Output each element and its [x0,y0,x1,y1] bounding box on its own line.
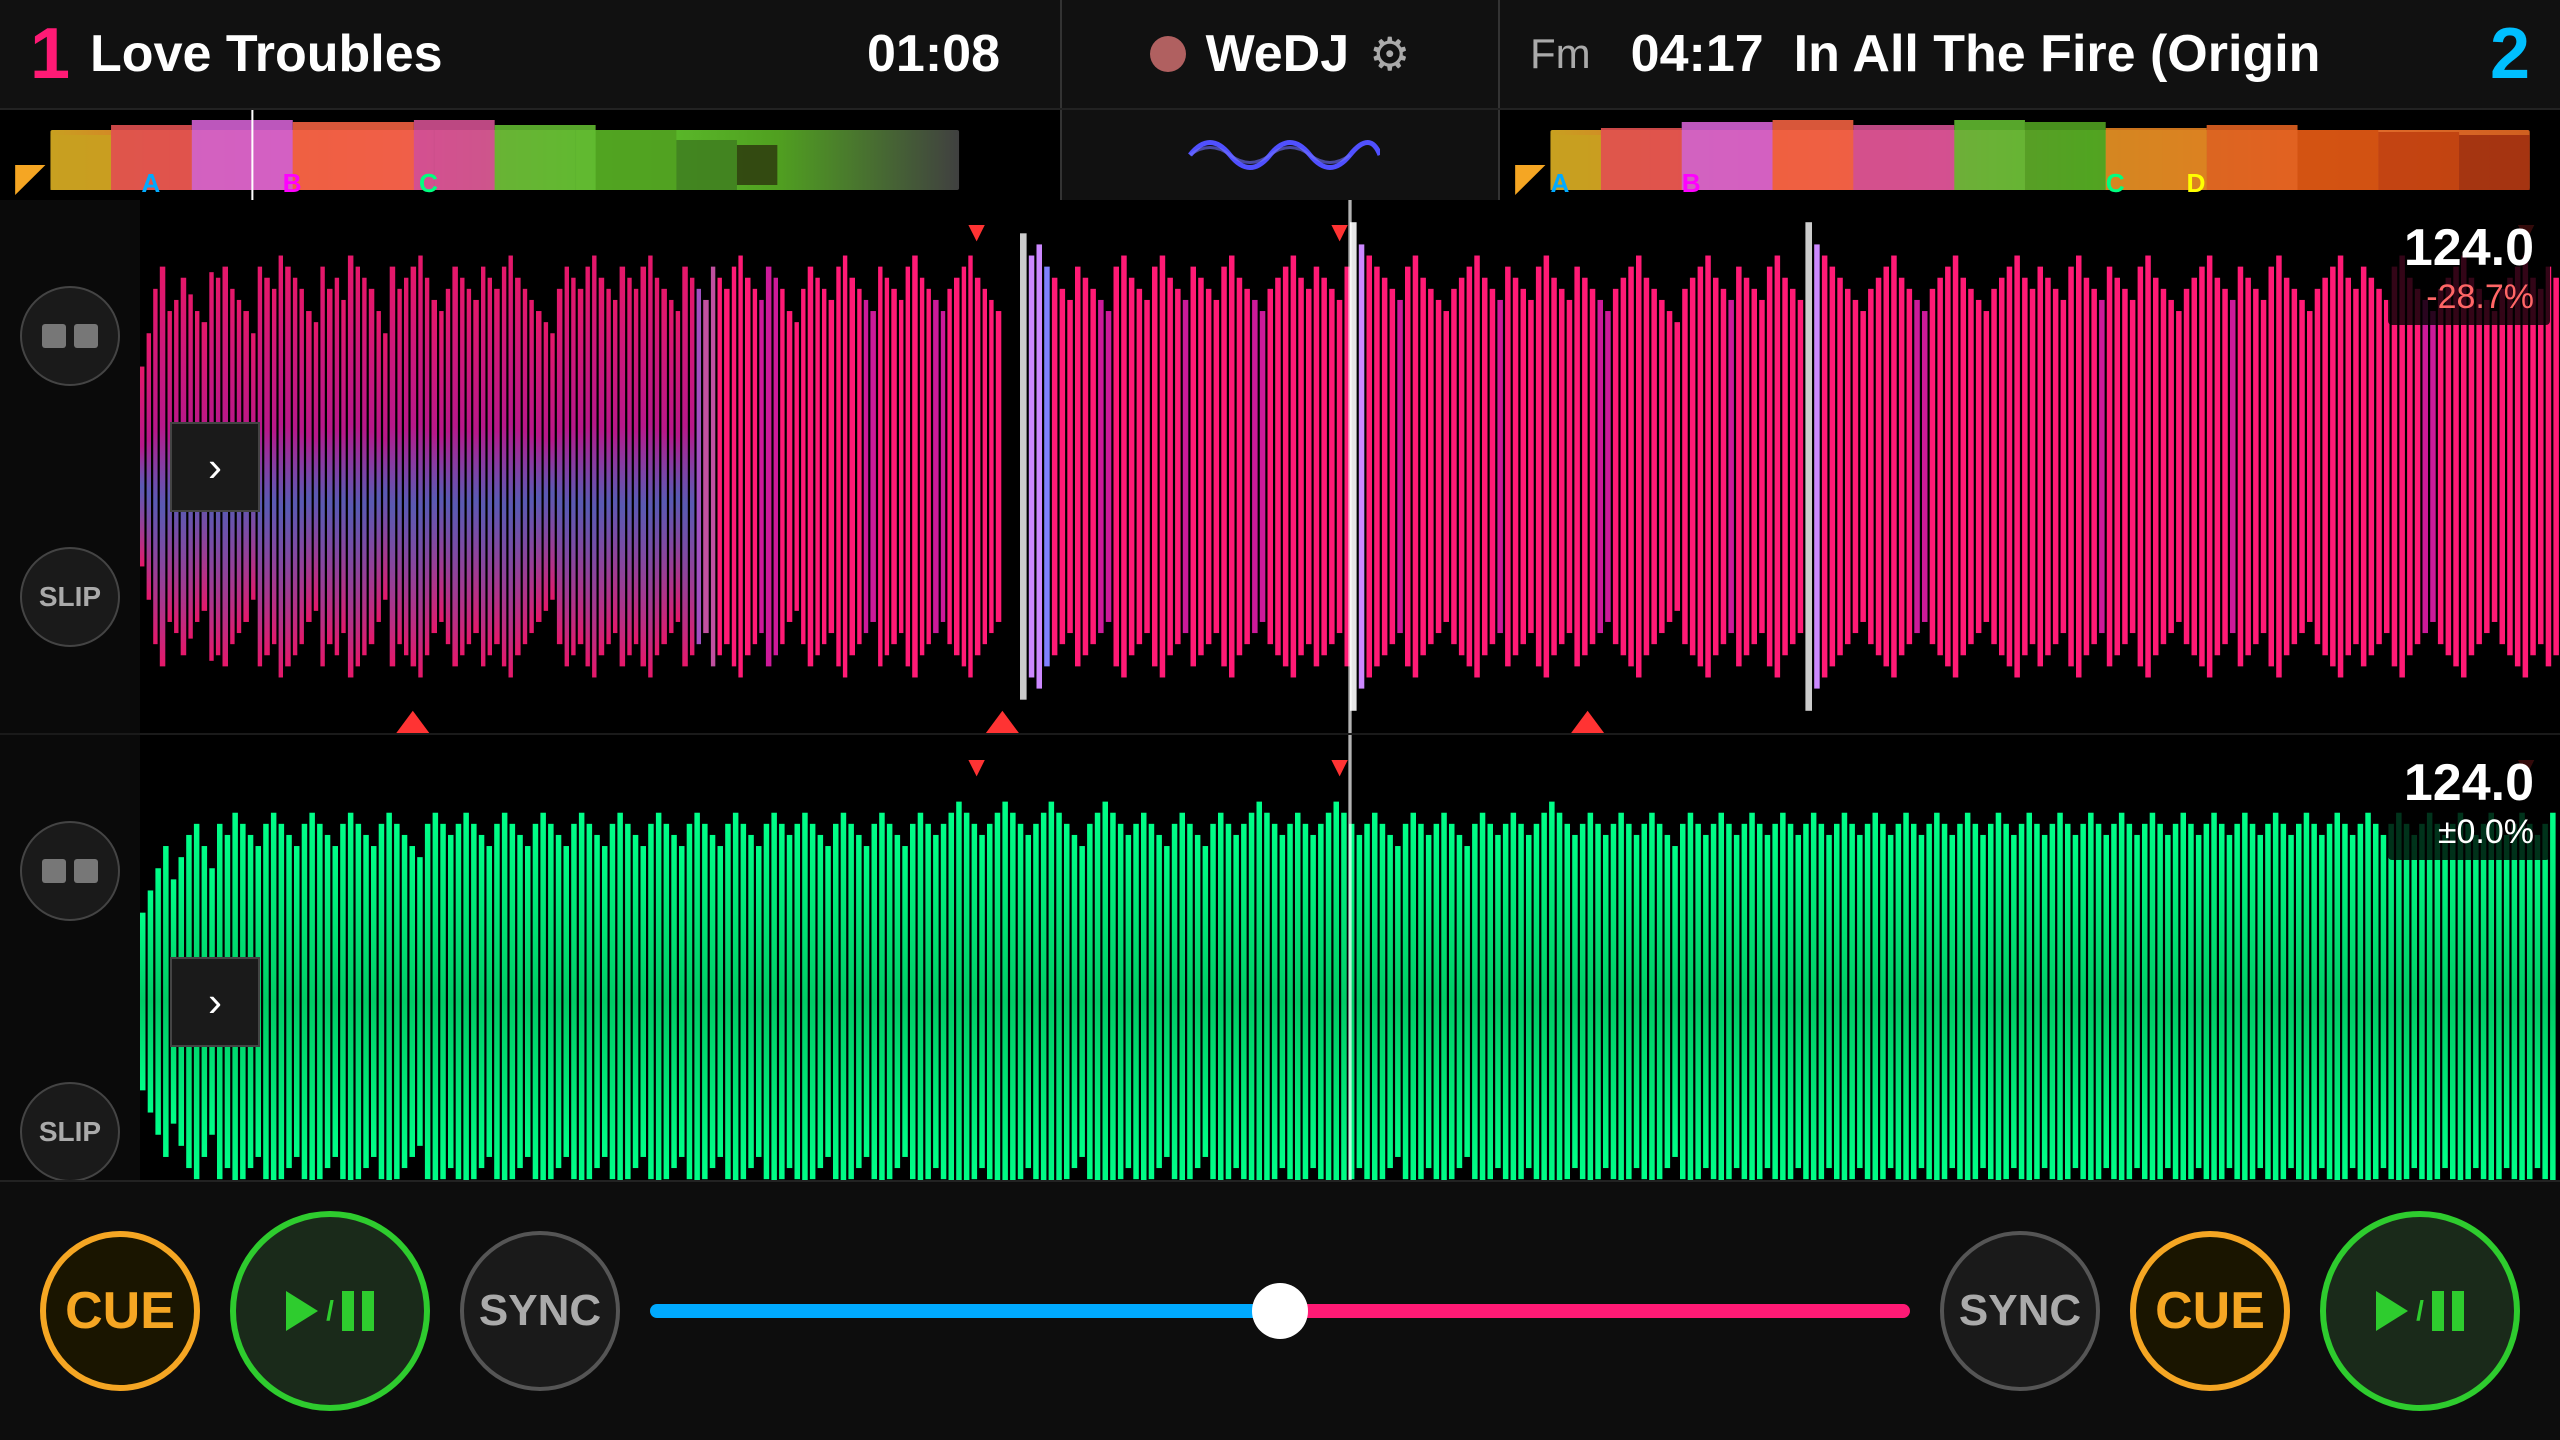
deck2-key: Fm [1530,30,1591,78]
bpm-percent-1: -28.7% [2404,278,2534,317]
svg-text:C: C [419,168,438,198]
svg-text:A: A [1550,168,1569,198]
play-btn-right[interactable]: / [2320,1211,2520,1411]
deck1-number: 1 [30,18,70,90]
crossfader-track [650,1304,1910,1318]
deck-mode-btn-2[interactable] [20,821,120,921]
bpm-display-1: 124.0 -28.7% [2388,210,2550,325]
sync-btn-left[interactable]: SYNC [460,1231,620,1391]
bottom-controls: CUE / SYNC SYNC CUE / [0,1180,2560,1440]
marker-top-2b: ▼ [1326,751,1354,783]
svg-text:B: B [283,168,302,198]
overview-left: A B C [0,110,1060,200]
deck1-time: 01:08 [867,24,1000,84]
sync-btn-right[interactable]: SYNC [1940,1231,2100,1391]
bpm-value-1: 124.0 [2404,218,2534,278]
center-panel: WeDJ ⚙ [1060,0,1500,108]
app-name: WeDJ [1206,24,1350,84]
slip-btn-1[interactable]: SLIP [20,547,120,647]
deck2-time: 04:17 [1631,24,1764,84]
bpm-percent-2: ±0.0% [2404,813,2534,852]
marker-top-center: ▼ [1326,216,1354,248]
play-btn-left[interactable]: / [230,1211,430,1411]
crossfader-left-fill [650,1304,1280,1318]
bpm-value-2: 124.0 [2404,753,2534,813]
deck2-header: Fm 04:17 In All The Fire (Origin 2 [1500,0,2560,108]
forward-btn-1[interactable]: › [170,422,260,512]
wedj-branding: WeDJ ⚙ [1150,24,1411,84]
svg-text:C: C [2106,168,2125,198]
record-icon [1150,36,1186,72]
waveform-main: SLIP ▼ ▼ ▼ [0,200,2560,1180]
crossfader-thumb[interactable] [1252,1283,1308,1339]
marker-top-2a: ▼ [963,751,991,783]
header: 1 Love Troubles 01:08 WeDJ ⚙ Fm 04:17 In… [0,0,2560,110]
slip-btn-2[interactable]: SLIP [20,1082,120,1182]
cue-btn-right[interactable]: CUE [2130,1231,2290,1391]
marker-top-1: ▼ [963,216,991,248]
waveform-row1: SLIP ▼ ▼ ▼ [0,200,2560,735]
overview-center [1060,110,1500,200]
deck1-title: Love Troubles [90,24,837,84]
forward-btn-2[interactable]: › [170,957,260,1047]
gear-icon[interactable]: ⚙ [1369,27,1410,81]
deck-mode-btn-1[interactable] [20,286,120,386]
deck1-header: 1 Love Troubles 01:08 [0,0,1060,108]
deck2-number: 2 [2490,18,2530,90]
overview-section: A B C [0,110,2560,200]
waveform-canvas-1: ▼ ▼ ▼ [140,200,2560,733]
overview-right: A B C D [1500,110,2560,200]
crossfader-right-fill [1280,1304,1910,1318]
cue-btn-left[interactable]: CUE [40,1231,200,1391]
deck2-title: In All The Fire (Origin [1794,24,2470,84]
crossfader[interactable] [650,1304,1910,1318]
bpm-display-2: 124.0 ±0.0% [2388,745,2550,860]
left-controls-top: SLIP [0,200,140,733]
svg-text:B: B [1682,168,1701,198]
svg-text:D: D [2186,168,2205,198]
svg-text:A: A [141,168,160,198]
